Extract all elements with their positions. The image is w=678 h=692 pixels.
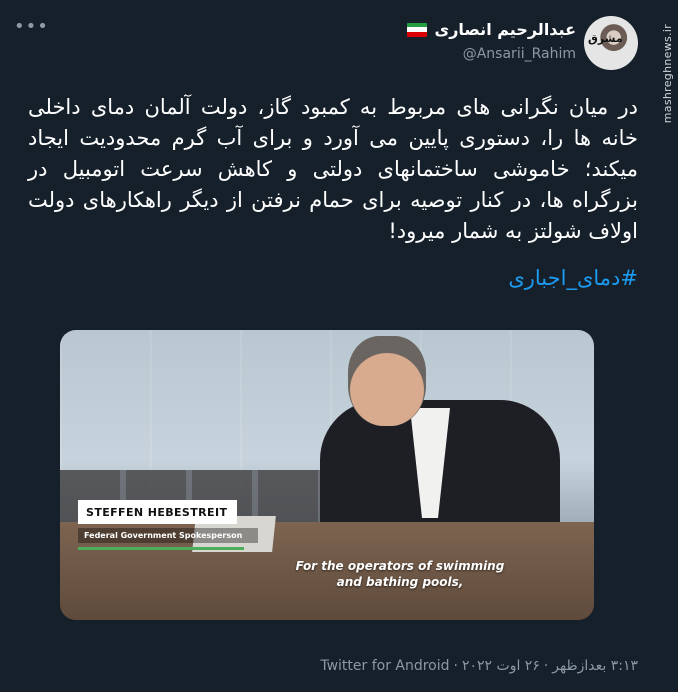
- avatar[interactable]: مشرق: [584, 16, 638, 70]
- watermark: mashreghnews.ir: [661, 24, 674, 124]
- tweet-meta: ۳:۱۳ بعدازظهر · ۲۶ اوت ۲۰۲۲ · Twitter fo…: [320, 658, 638, 674]
- tweet-source[interactable]: Twitter for Android: [320, 658, 449, 674]
- meta-separator-2: ·: [453, 658, 458, 674]
- avatar-mark: مشرق: [588, 32, 623, 45]
- author-display-name[interactable]: عبدالرحیم انصاری: [435, 20, 576, 39]
- tweet-time[interactable]: ۳:۱۳ بعدازظهر: [552, 658, 638, 674]
- flag-stripe-red: [406, 31, 427, 37]
- video-caption: For the operators of swimming and bathin…: [260, 558, 540, 590]
- hashtag-link[interactable]: #دمای_اجباری: [508, 266, 638, 290]
- author-name-row: عبدالرحیم انصاری: [406, 20, 576, 39]
- tweet-text: در میان نگرانی های مربوط به کمبود گاز، د…: [28, 95, 638, 243]
- iran-flag-icon: [406, 22, 427, 37]
- lower-third: STEFFEN HEBESTREIT Federal Government Sp…: [78, 500, 258, 550]
- caption-line-1: For the operators of swimming: [295, 559, 505, 573]
- lower-third-title: Federal Government Spokesperson: [78, 528, 258, 543]
- author-handle[interactable]: @Ansarii_Rahim: [463, 46, 576, 62]
- lower-third-bar: [78, 547, 244, 550]
- lower-third-name: STEFFEN HEBESTREIT: [78, 500, 238, 524]
- caption-line-2: and bathing pools,: [336, 575, 464, 589]
- meta-separator-1: ·: [543, 658, 549, 674]
- tweet-video[interactable]: STEFFEN HEBESTREIT Federal Government Sp…: [60, 330, 594, 620]
- more-options-icon[interactable]: •••: [14, 18, 49, 36]
- tweet-date[interactable]: ۲۶ اوت ۲۰۲۲: [462, 658, 540, 674]
- video-speaker-head: [348, 336, 426, 426]
